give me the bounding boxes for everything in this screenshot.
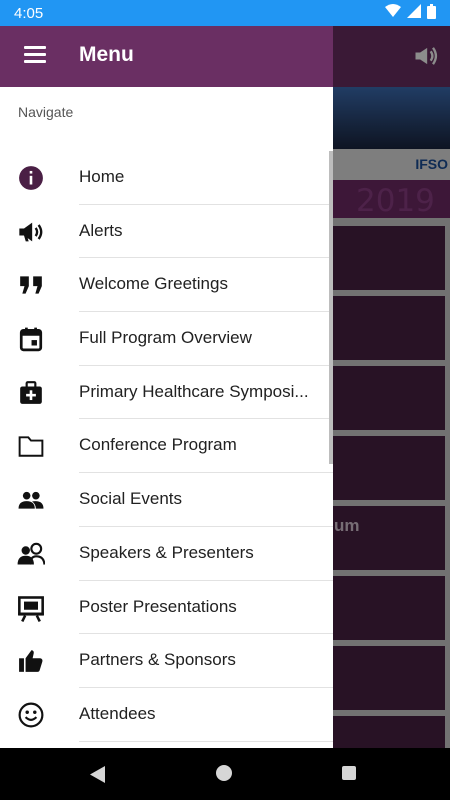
divider bbox=[79, 740, 333, 742]
menu-item-label: Primary Healthcare Symposi... bbox=[79, 381, 309, 401]
battery-icon bbox=[427, 3, 436, 23]
system-navigation-bar bbox=[0, 748, 450, 800]
menu-item-speakers-presenters[interactable]: Speakers & Presenters bbox=[0, 527, 333, 581]
folder-icon bbox=[17, 432, 45, 460]
menu-item-partners-sponsors[interactable]: Partners & Sponsors bbox=[0, 634, 333, 688]
status-bar: 4:05 bbox=[0, 0, 450, 26]
back-icon[interactable] bbox=[90, 766, 106, 788]
status-time: 4:05 bbox=[14, 4, 44, 22]
hamburger-menu-icon[interactable] bbox=[24, 46, 46, 64]
menu-item-conference-program[interactable]: Conference Program bbox=[0, 419, 333, 474]
menu-item-label: Partners & Sponsors bbox=[79, 650, 236, 670]
menu-item-label: Poster Presentations bbox=[79, 596, 237, 616]
info-icon bbox=[17, 164, 45, 192]
menu-item-label: Welcome Greetings bbox=[79, 274, 228, 294]
navigate-caption: Navigate bbox=[18, 104, 74, 120]
drawer-header: Menu bbox=[0, 26, 333, 87]
wifi-icon bbox=[385, 4, 401, 22]
drawer-menu: Home Alerts Welcome Greetings Full Progr… bbox=[0, 151, 333, 742]
navigation-drawer: Menu Navigate Home Alerts Welcome Greeti… bbox=[0, 26, 333, 748]
people-icon bbox=[17, 486, 45, 514]
calendar-icon bbox=[17, 325, 45, 353]
home-icon[interactable] bbox=[216, 765, 232, 781]
signal-icon bbox=[407, 4, 421, 22]
smiley-icon bbox=[17, 701, 45, 729]
quote-icon bbox=[17, 271, 45, 299]
menu-item-label: Home bbox=[79, 167, 125, 186]
drawer-scrollbar[interactable] bbox=[329, 151, 333, 464]
menu-item-attendees[interactable]: Attendees bbox=[0, 688, 333, 742]
menu-item-social-events[interactable]: Social Events bbox=[0, 473, 333, 527]
menu-item-label: Speakers & Presenters bbox=[79, 542, 254, 562]
menu-item-label: Social Events bbox=[79, 489, 182, 509]
medical-bag-icon bbox=[17, 379, 45, 407]
menu-item-home[interactable]: Home bbox=[0, 151, 333, 205]
easel-icon bbox=[17, 594, 45, 622]
menu-item-alerts[interactable]: Alerts bbox=[0, 205, 333, 259]
recents-icon[interactable] bbox=[342, 766, 356, 780]
menu-item-label: Full Program Overview bbox=[79, 328, 252, 348]
menu-item-full-program-overview[interactable]: Full Program Overview bbox=[0, 312, 333, 366]
menu-item-primary-healthcare-symposium[interactable]: Primary Healthcare Symposi... bbox=[0, 366, 333, 420]
menu-item-label: Alerts bbox=[79, 220, 123, 240]
menu-item-label: Conference Program bbox=[79, 435, 237, 455]
megaphone-icon bbox=[17, 218, 45, 246]
speakers-icon bbox=[17, 540, 45, 568]
menu-item-poster-presentations[interactable]: Poster Presentations bbox=[0, 581, 333, 635]
thumbs-up-icon bbox=[17, 647, 45, 675]
menu-item-label: Attendees bbox=[79, 703, 156, 723]
menu-item-welcome-greetings[interactable]: Welcome Greetings bbox=[0, 258, 333, 313]
drawer-title: Menu bbox=[79, 43, 134, 66]
